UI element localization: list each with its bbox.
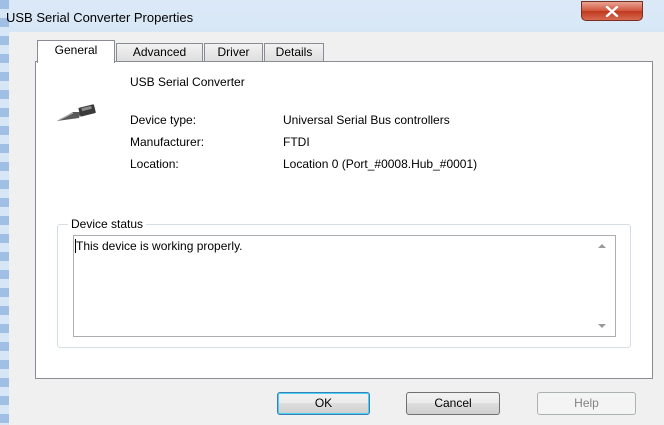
close-button[interactable] bbox=[581, 1, 643, 21]
tab-advanced[interactable]: Advanced bbox=[116, 43, 203, 62]
manufacturer-label: Manufacturer: bbox=[130, 135, 205, 149]
manufacturer-value: FTDI bbox=[283, 135, 310, 149]
window-title: USB Serial Converter Properties bbox=[6, 10, 194, 25]
usb-cable-icon bbox=[57, 104, 96, 121]
dialog-client-area: General Advanced Driver Details USB Seri… bbox=[9, 32, 664, 425]
ok-button-label: OK bbox=[314, 396, 333, 410]
device-status-textbox[interactable]: This device is working properly. bbox=[73, 235, 616, 337]
tab-general[interactable]: General bbox=[37, 40, 115, 63]
device-type-value: Universal Serial Bus controllers bbox=[283, 113, 450, 127]
scroll-down-arrow-icon[interactable] bbox=[594, 320, 610, 332]
cancel-button-label: Cancel bbox=[434, 396, 472, 410]
tab-label: Driver bbox=[217, 45, 250, 59]
tab-label: General bbox=[54, 43, 98, 57]
location-label: Location: bbox=[130, 157, 179, 171]
title-bar[interactable]: USB Serial Converter Properties bbox=[0, 0, 664, 32]
device-type-label: Device type: bbox=[130, 113, 197, 127]
tab-label: Advanced bbox=[132, 45, 187, 59]
properties-dialog: USB Serial Converter Properties General … bbox=[0, 0, 664, 425]
device-status-group: Device status This device is working pro… bbox=[57, 217, 631, 348]
help-button-label: Help bbox=[574, 396, 599, 410]
tab-driver[interactable]: Driver bbox=[204, 43, 263, 62]
help-button[interactable]: Help bbox=[537, 392, 636, 415]
general-tab-panel: USB Serial Converter Device type: Univer… bbox=[35, 61, 653, 379]
tab-details[interactable]: Details bbox=[264, 43, 324, 62]
cancel-button[interactable]: Cancel bbox=[406, 392, 500, 415]
location-value: Location 0 (Port_#0008.Hub_#0001) bbox=[283, 157, 478, 171]
close-icon bbox=[605, 6, 619, 17]
device-status-title: Device status bbox=[68, 217, 147, 231]
window-frame-left bbox=[0, 0, 9, 425]
text-caret bbox=[75, 239, 76, 253]
device-status-text: This device is working properly. bbox=[76, 239, 243, 253]
ok-button[interactable]: OK bbox=[277, 392, 370, 415]
scroll-up-arrow-icon[interactable] bbox=[594, 240, 610, 252]
tab-label: Details bbox=[275, 45, 313, 59]
device-name: USB Serial Converter bbox=[130, 75, 245, 89]
